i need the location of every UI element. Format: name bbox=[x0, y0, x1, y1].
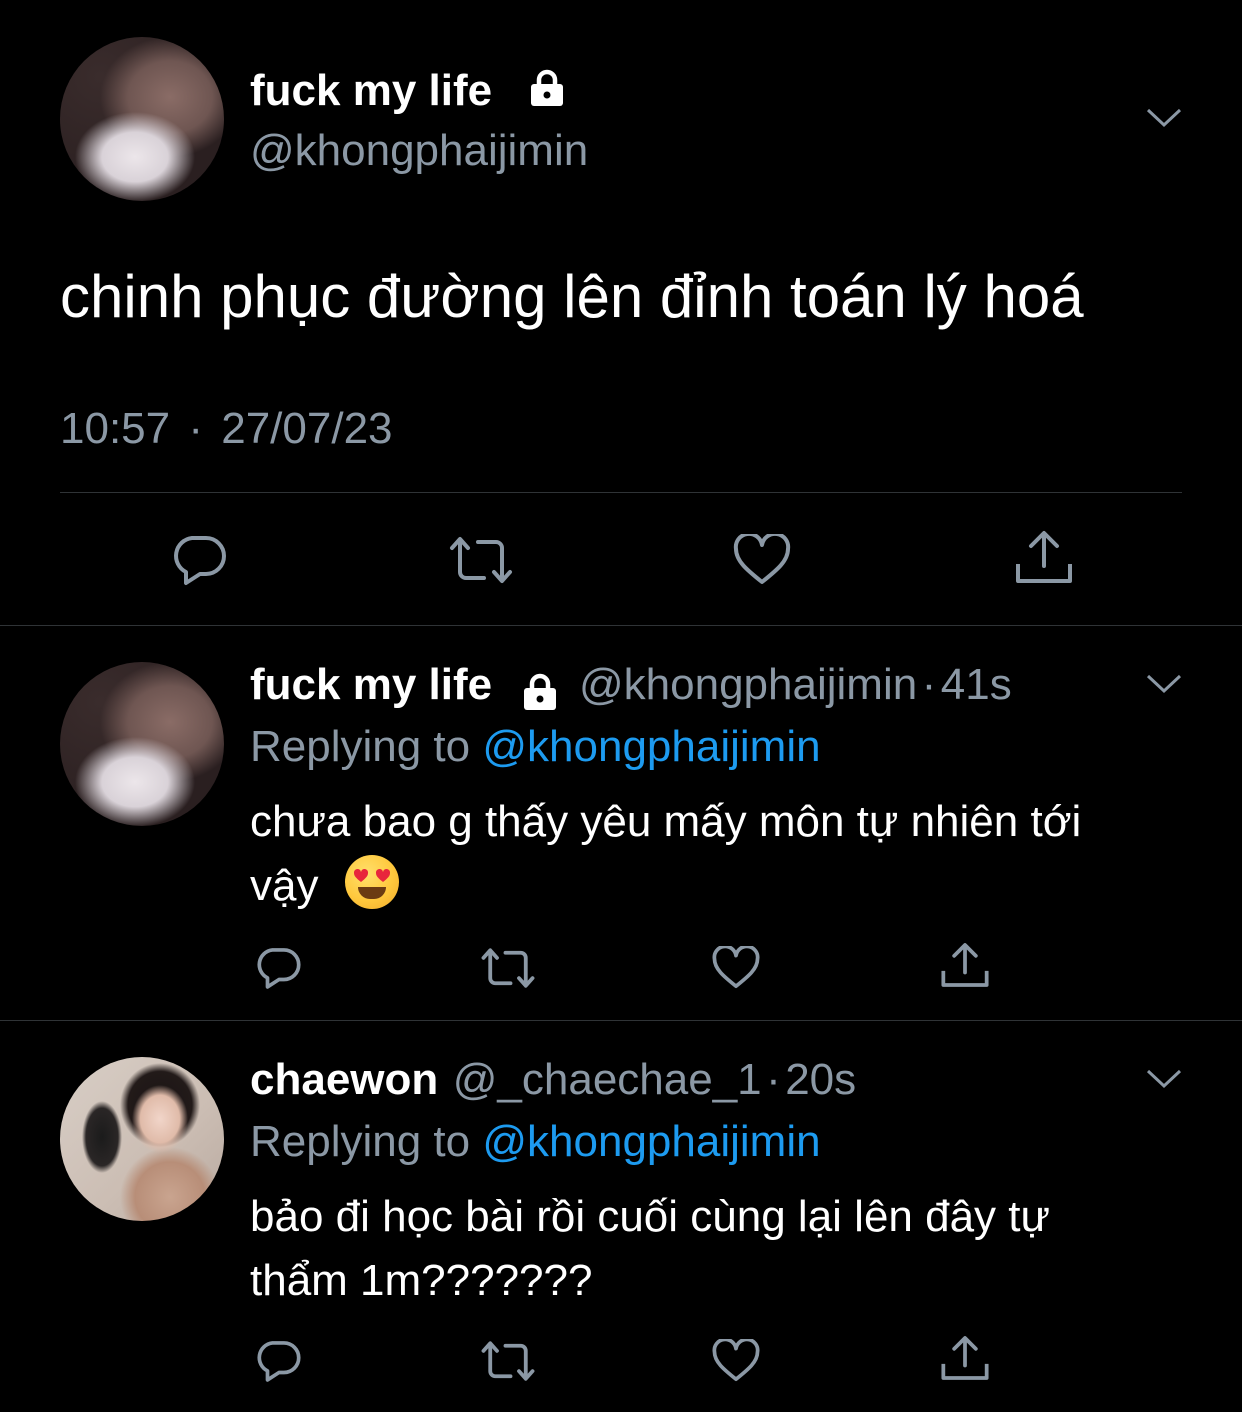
date: 27/07/23 bbox=[221, 404, 393, 453]
lock-icon bbox=[526, 67, 568, 120]
retweet-icon[interactable] bbox=[480, 946, 536, 995]
share-icon[interactable] bbox=[940, 1333, 990, 1388]
reply-icon[interactable] bbox=[172, 532, 228, 593]
chevron-down-icon[interactable] bbox=[1145, 672, 1183, 701]
replying-label: Replying to bbox=[250, 1117, 471, 1166]
display-name[interactable]: fuck my life bbox=[250, 660, 492, 709]
separator: · bbox=[188, 404, 203, 453]
handle[interactable]: @khongphaijimin bbox=[579, 660, 917, 709]
share-icon[interactable] bbox=[940, 940, 990, 995]
tweet-text: chưa bao g thấy yêu mấy môn tự nhiên tới… bbox=[250, 790, 1190, 918]
retweet-icon[interactable] bbox=[448, 534, 514, 591]
reply-icon[interactable] bbox=[256, 1338, 302, 1389]
tweet-text-line: thẩm 1m??????? bbox=[250, 1256, 593, 1305]
replying-to: Replying to @khongphaijimin bbox=[250, 722, 821, 772]
replying-to: Replying to @khongphaijimin bbox=[250, 1117, 821, 1167]
handle[interactable]: @_chaechae_1 bbox=[453, 1055, 762, 1104]
tweet-age[interactable]: 41s bbox=[941, 660, 1012, 709]
display-name[interactable]: fuck my life bbox=[250, 66, 568, 120]
like-icon[interactable] bbox=[712, 944, 760, 995]
divider bbox=[0, 1020, 1242, 1021]
tweet-timestamp[interactable]: 10:57 · 27/07/23 bbox=[60, 404, 393, 454]
tweet-text-line: chưa bao g thấy yêu mấy môn tự nhiên tới bbox=[250, 797, 1082, 846]
like-icon[interactable] bbox=[712, 1337, 760, 1388]
tweet-text: bảo đi học bài rồi cuối cùng lại lên đây… bbox=[250, 1185, 1190, 1313]
chevron-down-icon[interactable] bbox=[1145, 1067, 1183, 1096]
tweet-text-word: vậy bbox=[250, 861, 319, 910]
time: 10:57 bbox=[60, 404, 171, 453]
tweet-text-line: bảo đi học bài rồi cuối cùng lại lên đây… bbox=[250, 1192, 1050, 1241]
divider bbox=[60, 492, 1182, 493]
tweet-text: chinh phục đường lên đỉnh toán lý hoá bbox=[60, 263, 1084, 330]
heart-eyes-emoji-icon bbox=[344, 855, 399, 910]
avatar[interactable] bbox=[60, 662, 224, 826]
divider bbox=[0, 625, 1242, 626]
tweet-text-line: vậy bbox=[250, 854, 1190, 918]
handle[interactable]: @khongphaijimin bbox=[250, 126, 588, 176]
like-icon[interactable] bbox=[733, 531, 791, 591]
mention-link[interactable]: @khongphaijimin bbox=[482, 1117, 820, 1166]
chevron-down-icon[interactable] bbox=[1145, 106, 1183, 135]
display-name[interactable]: chaewon bbox=[250, 1055, 438, 1104]
mention-link[interactable]: @khongphaijimin bbox=[482, 722, 820, 771]
tweet-header: chaewon @_chaechae_1 · 20s bbox=[250, 1055, 856, 1105]
tweet-age[interactable]: 20s bbox=[785, 1055, 856, 1104]
separator: · bbox=[921, 660, 937, 709]
lock-icon bbox=[519, 671, 561, 718]
tweet-header: fuck my life @khongphaijimin · 41s bbox=[250, 660, 1012, 718]
display-name-text[interactable]: fuck my life bbox=[250, 66, 492, 115]
avatar[interactable] bbox=[60, 37, 224, 201]
separator: · bbox=[766, 1055, 781, 1104]
replying-label: Replying to bbox=[250, 722, 471, 771]
retweet-icon[interactable] bbox=[480, 1339, 536, 1388]
avatar[interactable] bbox=[60, 1057, 224, 1221]
share-icon[interactable] bbox=[1014, 528, 1074, 591]
reply-icon[interactable] bbox=[256, 945, 302, 996]
